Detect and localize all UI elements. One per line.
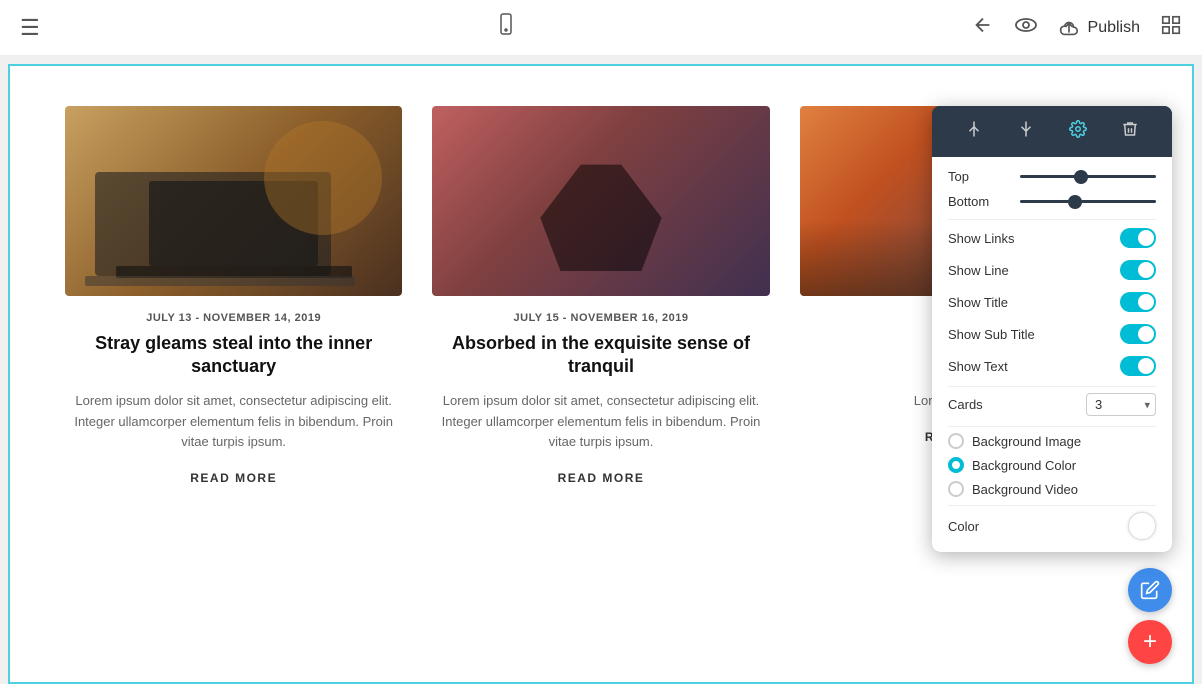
card-1-image [65, 106, 402, 296]
move-up-button[interactable] [957, 116, 991, 147]
show-title-label: Show Title [948, 295, 1008, 310]
card-1-read-more[interactable]: READ MORE [190, 471, 277, 485]
nav-left: ☰ [20, 15, 40, 41]
eye-icon[interactable] [1014, 13, 1038, 43]
card-2-read-more[interactable]: READ MORE [558, 471, 645, 485]
cards-select-wrapper: 1 2 3 4 [1086, 393, 1156, 416]
top-slider-row: Top [948, 169, 1156, 184]
phone-icon [494, 12, 518, 43]
top-navigation: ☰ Publish [0, 0, 1202, 56]
background-color-label: Background Color [972, 458, 1076, 473]
show-sub-title-row: Show Sub Title [948, 322, 1156, 346]
show-line-label: Show Line [948, 263, 1009, 278]
toolbar-actions [932, 106, 1172, 157]
color-label: Color [948, 519, 979, 534]
cards-select[interactable]: 1 2 3 4 [1086, 393, 1156, 416]
color-swatch[interactable] [1128, 512, 1156, 540]
background-color-radio[interactable] [948, 457, 964, 473]
settings-button[interactable] [1061, 116, 1095, 147]
show-line-toggle[interactable] [1120, 260, 1156, 280]
show-title-toggle[interactable] [1120, 292, 1156, 312]
card-2-image [432, 106, 769, 296]
show-text-label: Show Text [948, 359, 1008, 374]
toolbar-body: Top Bottom Show Links Show Line [932, 157, 1172, 552]
show-links-row: Show Links [948, 226, 1156, 250]
top-slider-thumb[interactable] [1074, 170, 1088, 184]
cards-select-row: Cards 1 2 3 4 [948, 393, 1156, 416]
background-color-row: Background Color [948, 457, 1156, 473]
card-2: JULY 15 - NOVEMBER 16, 2019 Absorbed in … [417, 106, 784, 487]
move-down-button[interactable] [1009, 116, 1043, 147]
card-1-title: Stray gleams steal into the inner sanctu… [65, 332, 402, 379]
background-image-row: Background Image [948, 433, 1156, 449]
bottom-slider-row: Bottom [948, 194, 1156, 209]
background-video-radio[interactable] [948, 481, 964, 497]
bottom-slider[interactable] [1020, 200, 1156, 203]
card-2-date: JULY 15 - NOVEMBER 16, 2019 [432, 312, 769, 324]
show-line-row: Show Line [948, 258, 1156, 282]
add-icon: + [1143, 628, 1157, 656]
show-links-toggle[interactable] [1120, 228, 1156, 248]
layout-icon[interactable] [1160, 14, 1182, 42]
settings-panel: Top Bottom Show Links Show Line [932, 106, 1172, 552]
divider-3 [948, 426, 1156, 427]
divider-1 [948, 219, 1156, 220]
divider-2 [948, 386, 1156, 387]
nav-right: Publish [972, 13, 1182, 43]
card-1-text: Lorem ipsum dolor sit amet, consectetur … [65, 391, 402, 453]
top-slider[interactable] [1020, 175, 1156, 178]
nav-center [494, 12, 518, 43]
show-links-label: Show Links [948, 231, 1014, 246]
show-text-row: Show Text [948, 354, 1156, 378]
cards-label: Cards [948, 397, 983, 412]
background-video-row: Background Video [948, 481, 1156, 497]
card-1-date: JULY 13 - NOVEMBER 14, 2019 [65, 312, 402, 324]
main-canvas: JULY 13 - NOVEMBER 14, 2019 Stray gleams… [8, 64, 1194, 684]
add-fab-button[interactable]: + [1128, 620, 1172, 664]
card-1: JULY 13 - NOVEMBER 14, 2019 Stray gleams… [50, 106, 417, 487]
card-2-title: Absorbed in the exquisite sense of tranq… [432, 332, 769, 379]
back-icon[interactable] [972, 14, 994, 42]
bottom-label: Bottom [948, 194, 1008, 209]
delete-button[interactable] [1113, 116, 1147, 147]
background-video-label: Background Video [972, 482, 1078, 497]
background-image-radio[interactable] [948, 433, 964, 449]
hamburger-icon[interactable]: ☰ [20, 15, 40, 41]
publish-button[interactable]: Publish [1058, 17, 1140, 39]
divider-4 [948, 505, 1156, 506]
show-sub-title-label: Show Sub Title [948, 327, 1035, 342]
show-title-row: Show Title [948, 290, 1156, 314]
background-image-label: Background Image [972, 434, 1081, 449]
color-row: Color [948, 512, 1156, 540]
show-text-toggle[interactable] [1120, 356, 1156, 376]
show-sub-title-toggle[interactable] [1120, 324, 1156, 344]
bottom-slider-thumb[interactable] [1068, 195, 1082, 209]
card-2-text: Lorem ipsum dolor sit amet, consectetur … [432, 391, 769, 453]
publish-label: Publish [1088, 19, 1140, 37]
top-label: Top [948, 169, 1008, 184]
edit-fab-button[interactable] [1128, 568, 1172, 612]
